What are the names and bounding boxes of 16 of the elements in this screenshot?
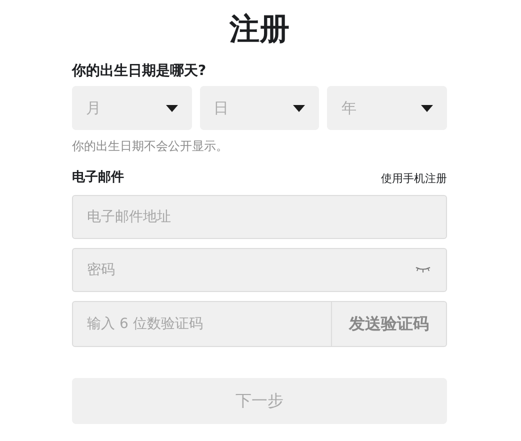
caret-icon <box>421 104 434 112</box>
caret-icon <box>293 104 306 112</box>
closed-eye-icon[interactable] <box>415 266 431 274</box>
send-code-button[interactable]: 发送验证码 <box>332 301 447 347</box>
field-label: 电子邮件 <box>72 169 124 186</box>
field-label: 你的出生日期是哪天? <box>72 62 208 80</box>
email-field[interactable]: 电子邮件地址 <box>72 195 447 239</box>
page-title: 注册 <box>228 11 290 49</box>
phone-signup-link[interactable]: 使用手机注册 <box>381 171 447 186</box>
hint-text: 你的出生日期不会公开显示。 <box>72 138 229 155</box>
date-select[interactable]: 日 <box>200 86 320 130</box>
date-select[interactable]: 年 <box>327 86 448 130</box>
password-field[interactable]: 密码 <box>72 248 447 292</box>
caret-icon <box>166 104 178 112</box>
date-select[interactable]: 月 <box>72 86 192 130</box>
code-field[interactable]: 输入 6 位数验证码 <box>72 301 332 347</box>
